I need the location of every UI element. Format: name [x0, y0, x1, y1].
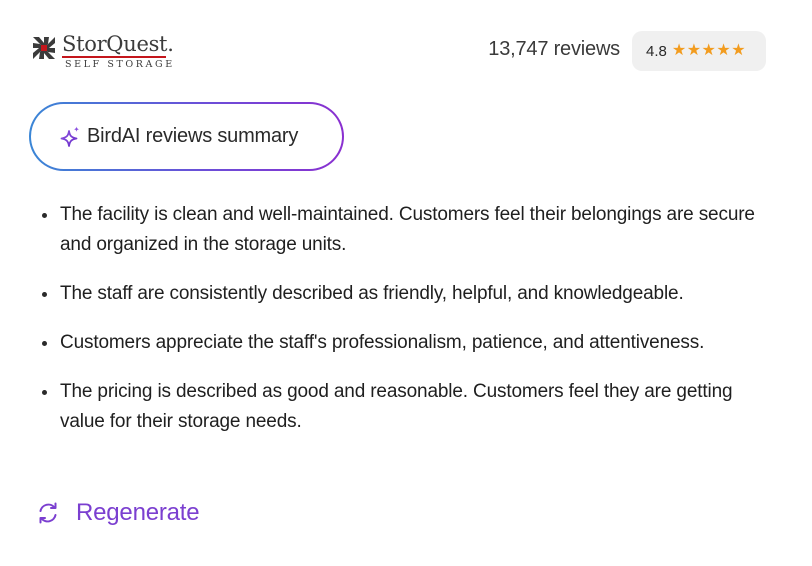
logo-divider	[62, 56, 166, 58]
bullet-dot	[42, 213, 47, 218]
list-item: Customers appreciate the staff's profess…	[40, 328, 780, 358]
list-item-text: The facility is clean and well-maintaine…	[60, 204, 755, 255]
star-icon: ★	[686, 42, 702, 59]
summary-list: The facility is clean and well-maintaine…	[40, 200, 780, 456]
regenerate-label: Regenerate	[76, 499, 200, 526]
list-item-text: Customers appreciate the staff's profess…	[60, 332, 705, 353]
star-icon: ★	[701, 42, 716, 59]
logo-tagline: SELF STORAGE	[65, 59, 175, 70]
reviews-summary-card: StorQuest. SELF STORAGE 13,747 reviews 4…	[0, 0, 812, 566]
list-item: The facility is clean and well-maintaine…	[40, 200, 780, 260]
list-item-text: The pricing is described as good and rea…	[60, 381, 733, 432]
refresh-icon	[39, 502, 57, 524]
logo-wordmark: StorQuest. SELF STORAGE	[62, 34, 175, 70]
storquest-logo: StorQuest. SELF STORAGE	[30, 34, 175, 70]
birdai-summary-button[interactable]: BirdAI reviews summary	[29, 102, 344, 171]
rating-value: 4.8	[646, 42, 667, 60]
star-icon: ★	[716, 42, 731, 59]
review-count[interactable]: 13,747 reviews	[488, 38, 620, 61]
bullet-dot	[42, 292, 47, 297]
list-item: The staff are consistently described as …	[40, 279, 780, 309]
logo-name: StorQuest.	[62, 32, 174, 56]
summary-button-label: BirdAI reviews summary	[87, 125, 299, 147]
sparkle-icon	[60, 126, 80, 147]
storquest-logo-mark-icon	[33, 37, 55, 59]
bullet-dot	[42, 390, 47, 395]
star-rating: ★ ★ ★ ★ ★	[672, 43, 746, 59]
list-item-text: The staff are consistently described as …	[60, 283, 684, 304]
regenerate-button[interactable]: Regenerate	[36, 499, 200, 527]
star-icon: ★	[671, 42, 687, 59]
star-icon: ★	[731, 42, 746, 59]
bullet-dot	[42, 341, 47, 346]
rating-badge[interactable]: 4.8 ★ ★ ★ ★ ★	[632, 31, 766, 71]
list-item: The pricing is described as good and rea…	[40, 377, 780, 437]
